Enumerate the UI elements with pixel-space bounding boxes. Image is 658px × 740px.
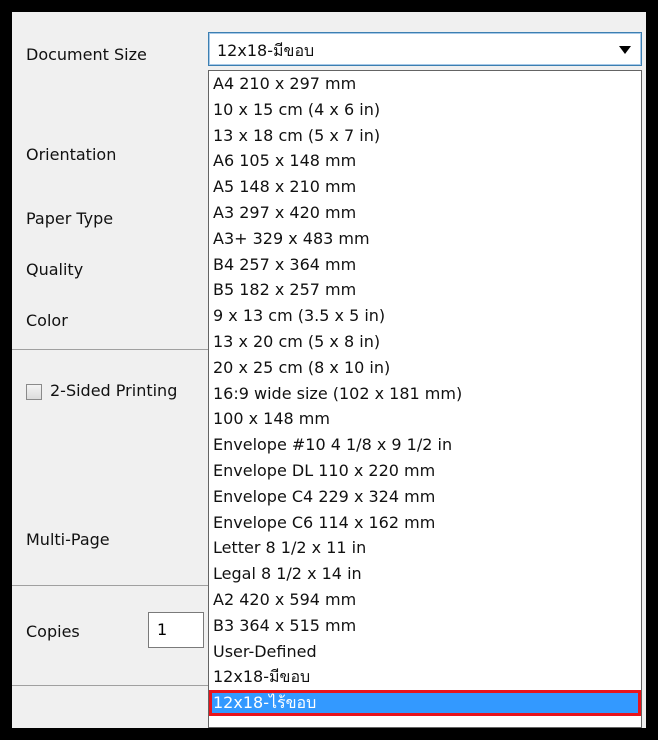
document-size-option[interactable]: 16:9 wide size (102 x 181 mm) bbox=[209, 381, 641, 407]
document-size-option[interactable]: A4 210 x 297 mm bbox=[209, 71, 641, 97]
separator bbox=[12, 685, 208, 686]
document-size-option[interactable]: Letter 8 1/2 x 11 in bbox=[209, 535, 641, 561]
document-size-option[interactable]: B4 257 x 364 mm bbox=[209, 252, 641, 278]
document-size-option[interactable]: 13 x 18 cm (5 x 7 in) bbox=[209, 123, 641, 149]
document-size-option[interactable]: 10 x 15 cm (4 x 6 in) bbox=[209, 97, 641, 123]
document-size-option[interactable]: 13 x 20 cm (5 x 8 in) bbox=[209, 329, 641, 355]
quality-label: Quality bbox=[26, 260, 84, 279]
document-size-option[interactable]: 12x18-มีขอบ bbox=[209, 664, 641, 690]
document-size-option[interactable]: A5 148 x 210 mm bbox=[209, 174, 641, 200]
document-size-option[interactable]: A3 297 x 420 mm bbox=[209, 200, 641, 226]
document-size-option[interactable]: Envelope DL 110 x 220 mm bbox=[209, 458, 641, 484]
document-size-option[interactable]: A3+ 329 x 483 mm bbox=[209, 226, 641, 252]
two-sided-checkbox[interactable] bbox=[26, 384, 42, 400]
separator bbox=[12, 585, 208, 586]
document-size-option[interactable]: Legal 8 1/2 x 14 in bbox=[209, 561, 641, 587]
copies-label: Copies bbox=[26, 622, 80, 641]
two-sided-label[interactable]: 2-Sided Printing bbox=[50, 381, 177, 400]
document-size-label: Document Size bbox=[26, 45, 147, 64]
print-settings-panel: Document Size Orientation Paper Type Qua… bbox=[12, 12, 646, 728]
copies-input[interactable]: 1 bbox=[148, 612, 204, 648]
document-size-selected-value: 12x18-มีขอบ bbox=[217, 41, 315, 60]
document-size-dropdown-list[interactable]: A4 210 x 297 mm 10 x 15 cm (4 x 6 in) 13 x… bbox=[208, 70, 642, 728]
document-size-option[interactable]: 12x18-ไร้ขอบ bbox=[209, 690, 641, 716]
document-size-option[interactable]: 20 x 25 cm (8 x 10 in) bbox=[209, 355, 641, 381]
document-size-option[interactable]: Envelope C4 229 x 324 mm bbox=[209, 484, 641, 510]
document-size-option[interactable]: A6 105 x 148 mm bbox=[209, 148, 641, 174]
document-size-option[interactable]: A2 420 x 594 mm bbox=[209, 587, 641, 613]
multi-page-label: Multi-Page bbox=[26, 530, 110, 549]
document-size-option[interactable]: 9 x 13 cm (3.5 x 5 in) bbox=[209, 303, 641, 329]
document-size-select[interactable]: 12x18-มีขอบ bbox=[208, 32, 642, 66]
document-size-option[interactable]: B5 182 x 257 mm bbox=[209, 277, 641, 303]
document-size-option[interactable]: Envelope #10 4 1/8 x 9 1/2 in bbox=[209, 432, 641, 458]
document-size-option[interactable]: 100 x 148 mm bbox=[209, 406, 641, 432]
separator bbox=[12, 349, 208, 350]
document-size-option[interactable]: User-Defined bbox=[209, 639, 641, 665]
document-size-option[interactable]: B3 364 x 515 mm bbox=[209, 613, 641, 639]
paper-type-label: Paper Type bbox=[26, 209, 114, 228]
chevron-down-icon[interactable] bbox=[619, 46, 631, 54]
document-size-option[interactable]: Envelope C6 114 x 162 mm bbox=[209, 510, 641, 536]
orientation-label: Orientation bbox=[26, 145, 117, 164]
color-label: Color bbox=[26, 311, 68, 330]
